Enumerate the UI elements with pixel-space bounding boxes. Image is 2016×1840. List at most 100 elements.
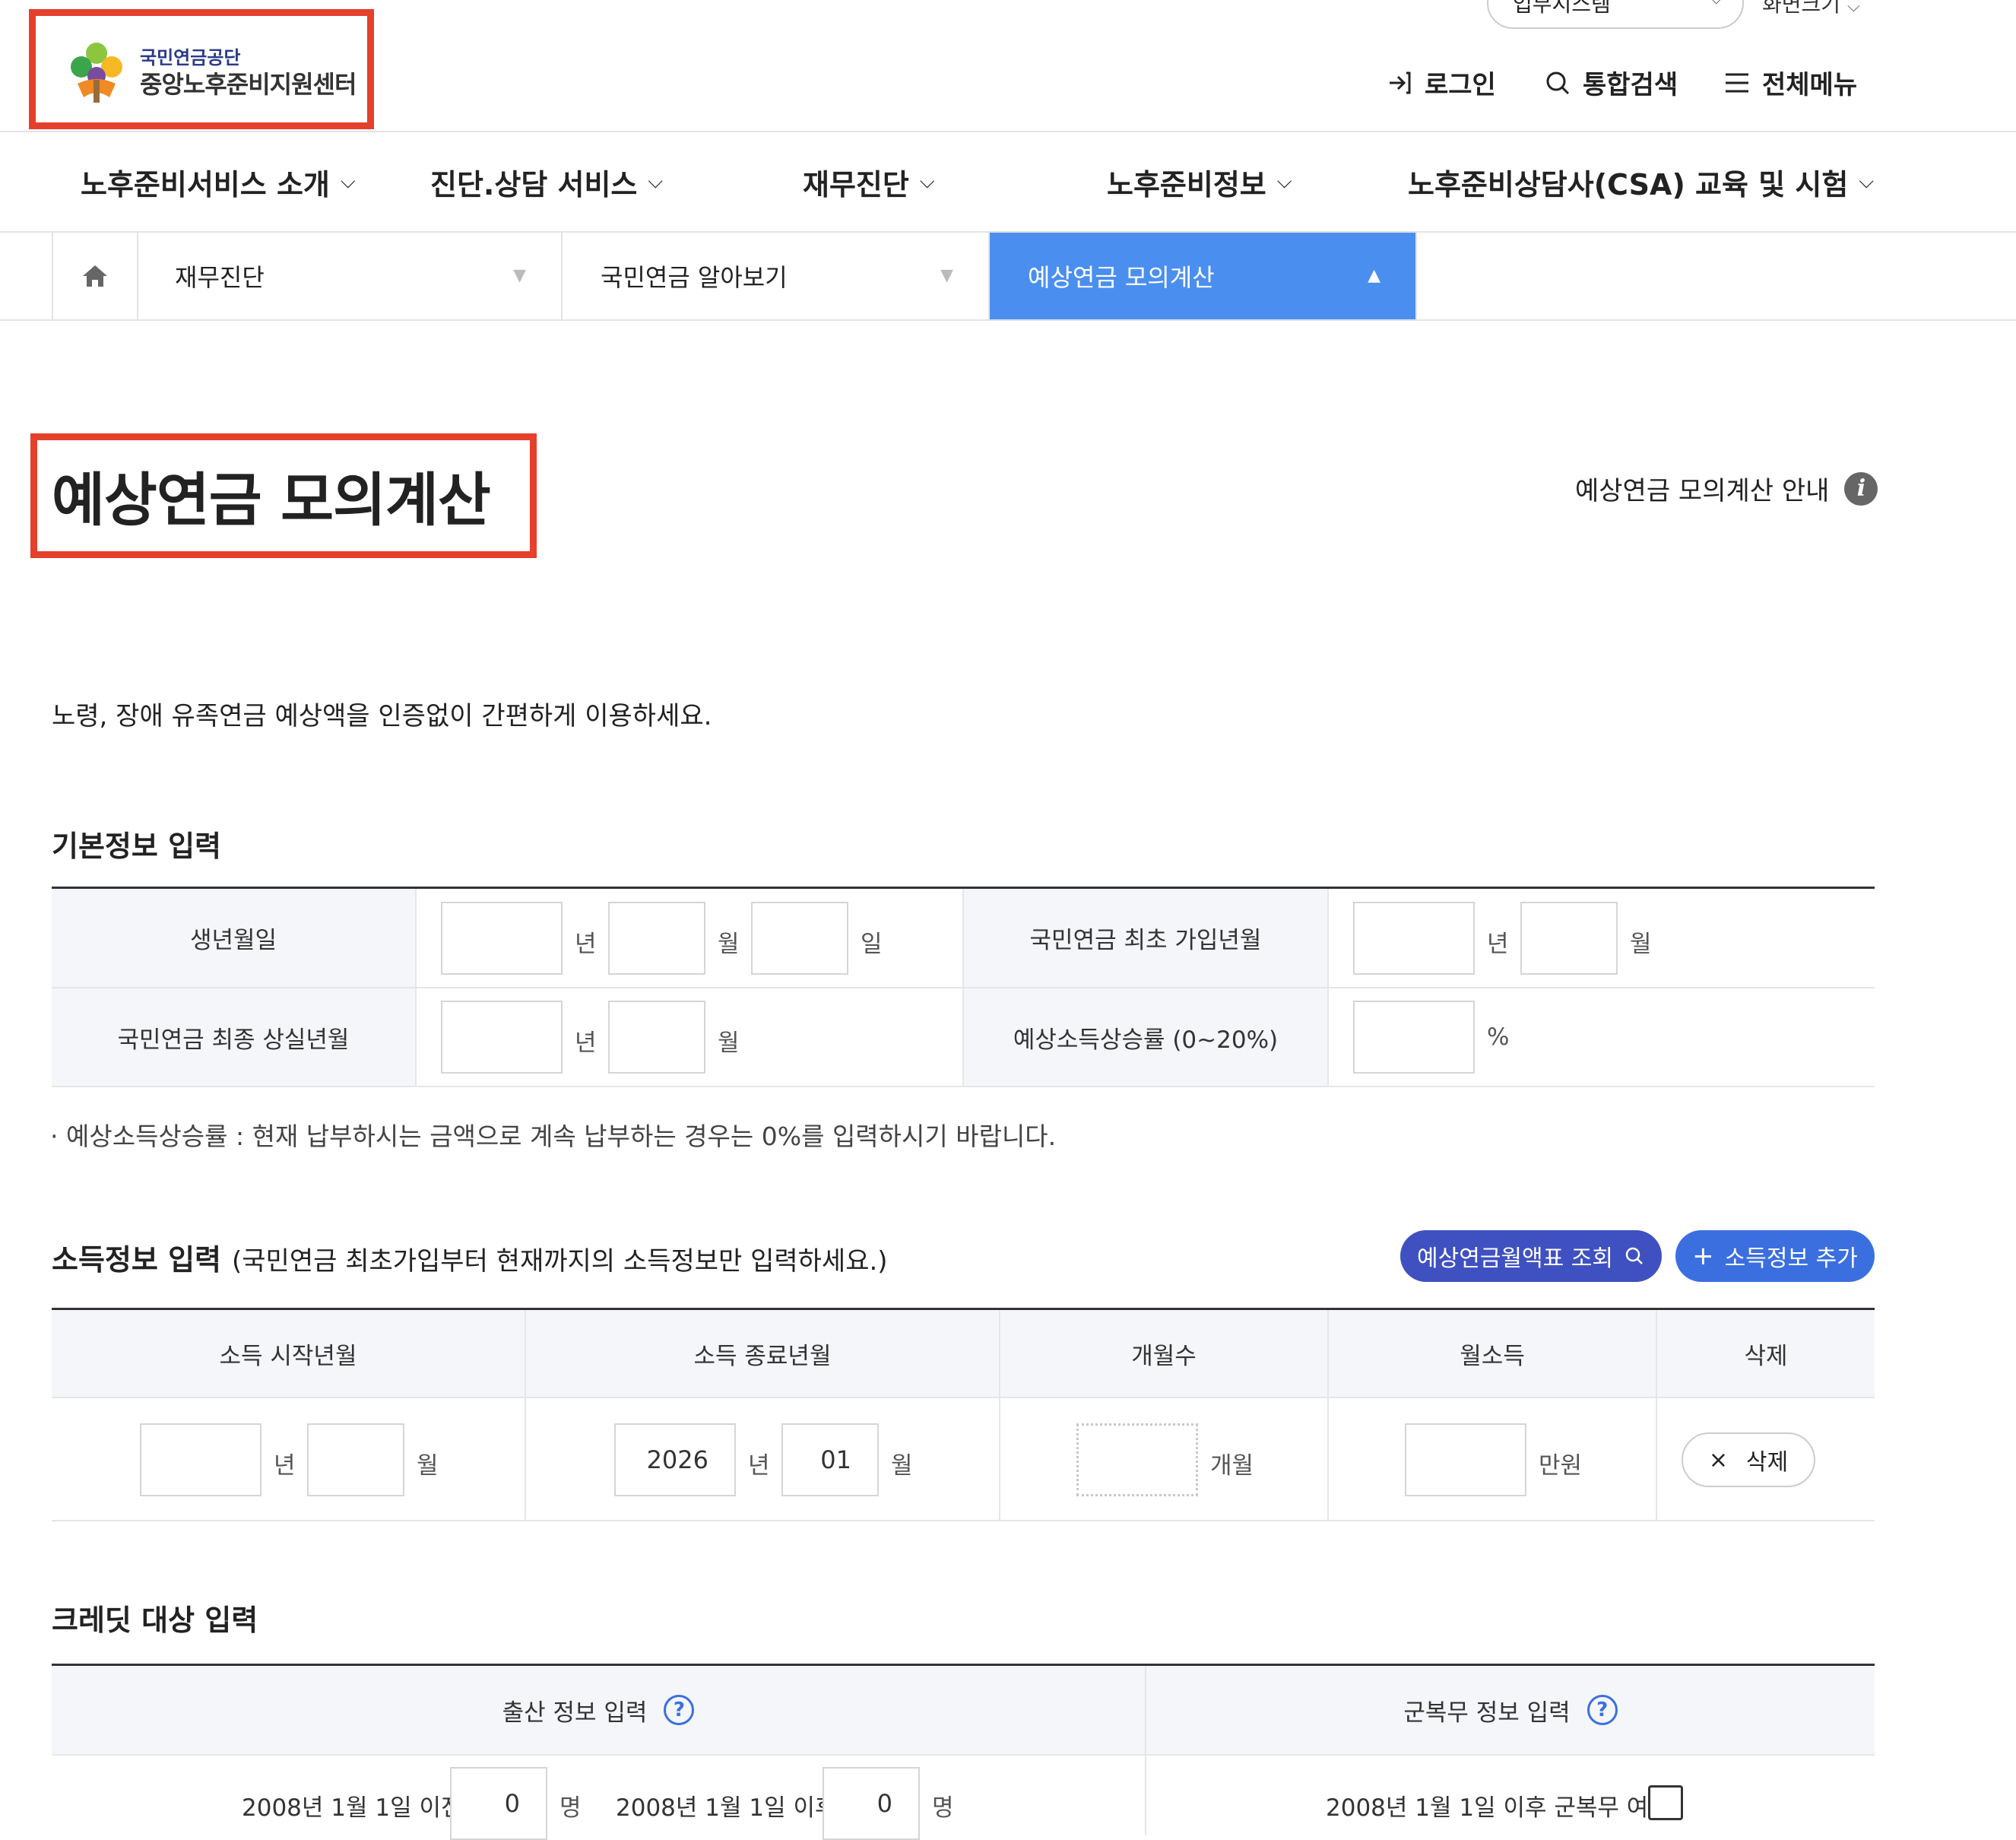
gnb-item-financial[interactable]: 재무진단 ⌵ — [803, 161, 935, 203]
birth-day-input[interactable] — [751, 902, 848, 975]
help-icon[interactable]: ? — [1586, 1695, 1618, 1725]
row-divider — [52, 1754, 1875, 1756]
birth-credit-header: 출산 정보 입력 ? — [52, 1666, 1145, 1754]
first-join-year-input[interactable] — [1353, 902, 1475, 975]
last-loss-label: 국민연금 최종 상실년월 — [117, 1026, 350, 1054]
income-title-text: 소득정보 입력 — [52, 1243, 221, 1277]
login-label: 로그인 — [1425, 70, 1496, 100]
chevron-down-icon: ⌵ — [648, 170, 664, 193]
screen-size-label: 화면크기 — [1762, 0, 1841, 17]
integrated-search-link[interactable]: 통합검색 — [1543, 64, 1678, 101]
breadcrumb-label: 재무진단 — [175, 263, 265, 292]
income-growth-input[interactable] — [1353, 1001, 1475, 1074]
income-end-month-input[interactable] — [781, 1423, 879, 1496]
guide-link-label: 예상연금 모의계산 안내 — [1575, 476, 1830, 506]
calculation-guide-link[interactable]: 예상연금 모의계산 안내 i — [1575, 470, 1878, 507]
first-join-month-input[interactable] — [1520, 902, 1618, 975]
gnb-label: 노후준비정보 — [1107, 168, 1266, 201]
lookup-button-label: 예상연금월액표 조회 — [1417, 1245, 1613, 1272]
income-start-year-input[interactable] — [140, 1423, 262, 1496]
chevron-down-icon: ⌵ — [919, 170, 935, 193]
chevron-down-icon: ⌵ — [1276, 170, 1292, 193]
basic-info-title: 기본정보 입력 — [52, 830, 221, 863]
year-unit: 년 — [748, 1452, 770, 1480]
caret-down-icon: ▼ — [940, 266, 953, 285]
pension-table-lookup-button[interactable]: 예상연금월액표 조회 — [1400, 1230, 1662, 1282]
login-link[interactable]: 로그인 — [1385, 64, 1496, 101]
chevron-down-icon: ⌵ — [340, 170, 356, 193]
birth-year-input[interactable] — [441, 902, 563, 975]
military-service-label: 2008년 1월 1일 이후 군복무 여부 — [1326, 1794, 1670, 1822]
breadcrumb-label: 국민연금 알아보기 — [601, 263, 788, 292]
chevron-down-icon: ⌵ — [1710, 0, 1723, 8]
children-after-2008-input[interactable] — [823, 1767, 920, 1840]
hamburger-icon — [1726, 73, 1748, 92]
gnb-label: 진단.상담 서비스 — [430, 168, 638, 201]
gnb-item-csa-education[interactable]: 노후준비상담사(CSA) 교육 및 시험 ⌵ — [1408, 161, 1874, 203]
year-unit: 년 — [1487, 931, 1509, 958]
help-icon[interactable]: ? — [664, 1695, 695, 1725]
month-unit: 월 — [417, 1452, 439, 1480]
breadcrumb-divider — [0, 319, 2016, 321]
military-credit-header-label: 군복무 정보 입력 — [1403, 1699, 1571, 1727]
children-before-2008-input[interactable] — [450, 1767, 547, 1840]
gnb-item-consulting[interactable]: 진단.상담 서비스 ⌵ — [430, 161, 663, 203]
row-divider — [52, 1086, 1875, 1087]
credit-info-title: 크레딧 대상 입력 — [52, 1604, 258, 1637]
year-unit: 년 — [575, 931, 597, 958]
income-subtitle: (국민연금 최초가입부터 현재까지의 소득정보만 입력하세요.) — [232, 1246, 888, 1277]
tree-logo-icon — [71, 43, 122, 103]
day-unit: 일 — [861, 931, 883, 958]
income-start-month-input[interactable] — [307, 1423, 404, 1496]
gnb-item-service-intro[interactable]: 노후준비서비스 소개 ⌵ — [81, 161, 356, 203]
col-income-end: 소득 종료년월 — [693, 1342, 832, 1370]
month-unit: 월 — [718, 931, 740, 958]
military-service-checkbox[interactable] — [1648, 1785, 1683, 1820]
breadcrumb-home[interactable] — [52, 233, 138, 319]
military-credit-header: 군복무 정보 입력 ? — [1146, 1666, 1875, 1754]
person-unit: 명 — [932, 1794, 954, 1822]
growth-note: · 예상소득상승률 : 현재 납부하시는 금액으로 계속 납부하는 경우는 0%… — [50, 1121, 1057, 1151]
work-system-select-value: 업무시스템 — [1513, 0, 1611, 17]
income-info-title: 소득정보 입력 (국민연금 최초가입부터 현재까지의 소득정보만 입력하세요.) — [52, 1236, 888, 1278]
chevron-down-icon: ⌵ — [1846, 0, 1860, 16]
close-icon: × — [1708, 1446, 1728, 1474]
add-income-button[interactable]: + 소득정보 추가 — [1675, 1230, 1875, 1282]
delete-row-button[interactable]: × 삭제 — [1682, 1432, 1815, 1487]
site-logo[interactable]: 국민연금공단 중앙노후준비지원센터 — [43, 21, 369, 120]
screen-size-control[interactable]: 화면크기 ⌵ — [1762, 0, 1860, 18]
monthly-income-input[interactable] — [1405, 1423, 1526, 1496]
last-loss-month-input[interactable] — [608, 1001, 705, 1074]
year-unit: 년 — [575, 1029, 597, 1057]
col-delete: 삭제 — [1744, 1342, 1788, 1370]
months-unit: 개월 — [1210, 1452, 1254, 1480]
growth-note-text: 예상소득상승률 : 현재 납부하시는 금액으로 계속 납부하는 경우는 0%를 … — [65, 1121, 1057, 1151]
breadcrumb-level1[interactable]: 재무진단 ▼ — [137, 233, 563, 319]
last-loss-year-input[interactable] — [441, 1001, 563, 1074]
add-income-label: 소득정보 추가 — [1724, 1245, 1858, 1272]
integrated-search-label: 통합검색 — [1583, 70, 1678, 100]
delete-label: 삭제 — [1745, 1449, 1789, 1476]
birth-month-input[interactable] — [608, 902, 705, 975]
income-end-year-input[interactable] — [614, 1423, 736, 1496]
breadcrumb-label: 예상연금 모의계산 — [1028, 263, 1215, 292]
breadcrumb-level3-active[interactable]: 예상연금 모의계산 ▲ — [990, 233, 1417, 319]
gnb-label: 노후준비서비스 소개 — [81, 168, 330, 201]
search-icon — [1625, 1247, 1643, 1264]
caret-down-icon: ▼ — [513, 266, 526, 285]
person-unit: 명 — [559, 1794, 582, 1822]
gnb-item-retirement-info[interactable]: 노후준비정보 ⌵ — [1107, 161, 1292, 203]
breadcrumb-level2[interactable]: 국민연금 알아보기 ▼ — [563, 233, 990, 319]
birth-label: 생년월일 — [189, 927, 277, 954]
full-menu-link[interactable]: 전체메뉴 — [1723, 64, 1857, 101]
row-divider — [52, 1397, 1875, 1398]
caret-up-icon: ▲ — [1368, 266, 1380, 285]
login-icon — [1390, 71, 1411, 94]
month-unit: 월 — [718, 1029, 740, 1057]
full-menu-label: 전체메뉴 — [1762, 70, 1858, 100]
month-unit: 월 — [891, 1452, 913, 1480]
months-count-field — [1076, 1423, 1198, 1496]
col-monthly-income: 월소득 — [1460, 1342, 1525, 1370]
search-icon — [1546, 71, 1570, 94]
work-system-select[interactable]: 업무시스템 ⌵ — [1487, 0, 1744, 29]
